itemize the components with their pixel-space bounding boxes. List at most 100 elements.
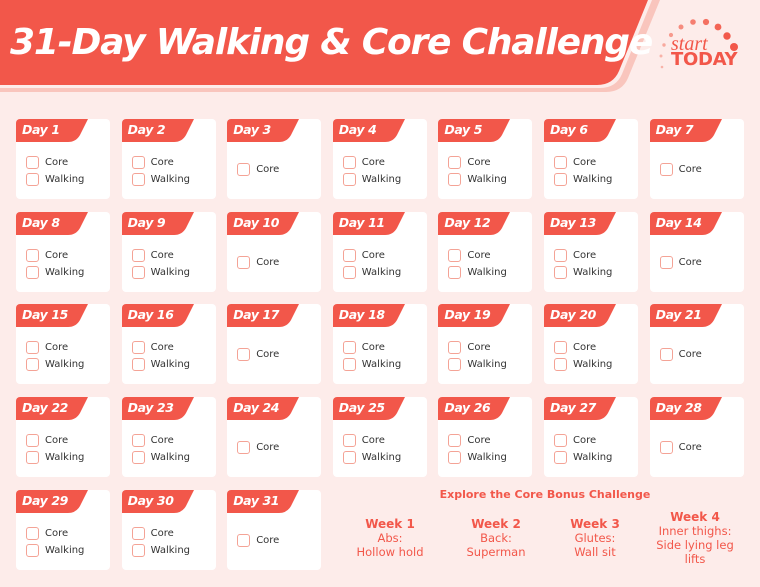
task-core[interactable]: Core — [342, 247, 401, 264]
task-core[interactable]: Core — [131, 432, 190, 449]
task-core[interactable]: Core — [131, 525, 190, 542]
checkbox[interactable] — [554, 156, 567, 169]
checkbox[interactable] — [26, 358, 39, 372]
task-walking[interactable]: Walking — [131, 449, 190, 466]
task-walking[interactable]: Walking — [448, 264, 507, 281]
task-walking[interactable]: Walking — [554, 264, 612, 281]
checkbox[interactable] — [131, 156, 145, 169]
checkbox[interactable] — [659, 441, 673, 455]
checkbox[interactable] — [342, 434, 356, 448]
task-walking[interactable]: Walking — [448, 171, 507, 188]
checkbox[interactable] — [237, 163, 251, 176]
task-walking[interactable]: Walking — [554, 356, 612, 373]
task-core[interactable]: Core — [237, 346, 279, 363]
task-walking[interactable]: Walking — [448, 449, 507, 466]
task-core[interactable]: Core — [26, 247, 84, 264]
task-core[interactable]: Core — [26, 525, 84, 542]
checkbox[interactable] — [237, 533, 251, 547]
checkbox[interactable] — [554, 341, 567, 355]
task-walking[interactable]: Walking — [342, 171, 401, 188]
task-core[interactable]: Core — [131, 339, 190, 356]
task-walking[interactable]: Walking — [26, 264, 84, 281]
task-walking[interactable]: Walking — [131, 264, 190, 281]
checkbox[interactable] — [448, 358, 462, 372]
task-core[interactable]: Core — [26, 154, 84, 171]
checkbox[interactable] — [342, 451, 356, 465]
task-core[interactable]: Core — [554, 247, 612, 264]
task-core[interactable]: Core — [342, 154, 401, 171]
checkbox[interactable] — [26, 434, 39, 448]
checkbox[interactable] — [554, 451, 567, 465]
checkbox[interactable] — [131, 265, 145, 279]
checkbox[interactable] — [131, 451, 145, 465]
task-core[interactable]: Core — [448, 432, 506, 449]
task-core[interactable]: Core — [554, 432, 612, 449]
task-core[interactable]: Core — [659, 254, 702, 271]
task-core[interactable]: Core — [237, 532, 279, 549]
checkbox[interactable] — [26, 248, 39, 262]
task-core[interactable]: Core — [237, 254, 279, 271]
task-core[interactable]: Core — [342, 432, 401, 449]
task-walking[interactable]: Walking — [26, 542, 84, 559]
task-core[interactable]: Core — [131, 154, 190, 171]
task-walking[interactable]: Walking — [554, 449, 612, 466]
checkbox[interactable] — [554, 173, 567, 186]
checkbox[interactable] — [659, 163, 673, 176]
task-core[interactable]: Core — [448, 247, 506, 264]
task-walking[interactable]: Walking — [26, 449, 84, 466]
checkbox[interactable] — [448, 173, 462, 186]
task-core[interactable]: Core — [237, 161, 279, 178]
task-core[interactable]: Core — [448, 154, 506, 171]
checkbox[interactable] — [342, 265, 356, 279]
task-core[interactable]: Core — [554, 339, 612, 356]
checkbox[interactable] — [342, 248, 356, 262]
task-core[interactable]: Core — [237, 439, 279, 456]
task-walking[interactable]: Walking — [342, 449, 401, 466]
checkbox[interactable] — [448, 341, 462, 355]
checkbox[interactable] — [448, 265, 462, 279]
checkbox[interactable] — [448, 156, 462, 169]
task-walking[interactable]: Walking — [448, 356, 507, 373]
task-core[interactable]: Core — [659, 346, 702, 363]
checkbox[interactable] — [26, 526, 39, 540]
checkbox[interactable] — [448, 248, 462, 262]
checkbox[interactable] — [448, 451, 462, 465]
task-walking[interactable]: Walking — [26, 171, 84, 188]
task-walking[interactable]: Walking — [26, 356, 84, 373]
checkbox[interactable] — [554, 434, 567, 448]
checkbox[interactable] — [131, 358, 145, 372]
task-core[interactable]: Core — [131, 247, 190, 264]
checkbox[interactable] — [131, 341, 145, 355]
task-core[interactable]: Core — [26, 432, 84, 449]
checkbox[interactable] — [131, 173, 145, 186]
task-walking[interactable]: Walking — [131, 542, 190, 559]
task-walking[interactable]: Walking — [554, 171, 612, 188]
checkbox[interactable] — [448, 434, 462, 448]
task-core[interactable]: Core — [448, 339, 506, 356]
task-core[interactable]: Core — [26, 339, 84, 356]
checkbox[interactable] — [237, 255, 251, 269]
checkbox[interactable] — [342, 173, 356, 186]
task-core[interactable]: Core — [342, 339, 401, 356]
checkbox[interactable] — [131, 543, 145, 557]
checkbox[interactable] — [131, 248, 145, 262]
checkbox[interactable] — [237, 348, 251, 362]
checkbox[interactable] — [342, 358, 356, 372]
task-walking[interactable]: Walking — [342, 356, 401, 373]
task-core[interactable]: Core — [659, 161, 702, 178]
checkbox[interactable] — [131, 526, 145, 540]
checkbox[interactable] — [659, 255, 673, 269]
checkbox[interactable] — [554, 265, 567, 279]
checkbox[interactable] — [26, 341, 39, 355]
task-walking[interactable]: Walking — [131, 171, 190, 188]
task-walking[interactable]: Walking — [131, 356, 190, 373]
checkbox[interactable] — [659, 348, 673, 362]
checkbox[interactable] — [554, 358, 567, 372]
checkbox[interactable] — [26, 543, 39, 557]
checkbox[interactable] — [342, 156, 356, 169]
task-core[interactable]: Core — [659, 439, 702, 456]
checkbox[interactable] — [26, 265, 39, 279]
checkbox[interactable] — [26, 173, 39, 186]
task-walking[interactable]: Walking — [342, 264, 401, 281]
checkbox[interactable] — [26, 156, 39, 169]
